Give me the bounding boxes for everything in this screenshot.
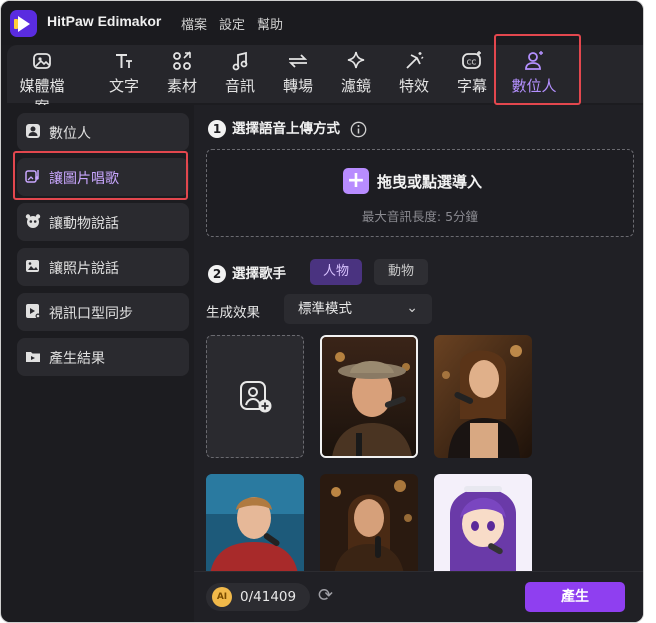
tab-subtitle[interactable]: CC 字幕 bbox=[443, 49, 501, 101]
tab-transition-label: 轉場 bbox=[282, 77, 313, 95]
add-portrait-icon bbox=[239, 380, 273, 414]
step1-title-text: 選擇語音上傳方式 bbox=[232, 121, 340, 137]
tab-audio[interactable]: 音訊 bbox=[211, 49, 269, 101]
generate-button[interactable]: 產生 bbox=[525, 582, 625, 612]
refresh-icon[interactable]: ⟳ bbox=[318, 585, 333, 606]
menu-help[interactable]: 幫助 bbox=[257, 14, 283, 33]
ai-coin-icon: AI bbox=[212, 587, 232, 607]
app-window: HitPaw Edimakor 檔案 設定 幫助 媒體檔案 文字 素材 bbox=[0, 0, 644, 623]
step2-number: 2 bbox=[208, 265, 226, 283]
add-custom-singer-card[interactable] bbox=[206, 335, 304, 458]
sidebar-item-lipsync[interactable]: 視訊口型同步 bbox=[17, 293, 189, 331]
app-title: HitPaw Edimakor bbox=[47, 13, 162, 29]
audio-icon bbox=[211, 49, 269, 73]
highlight-digital-human-tab bbox=[494, 34, 581, 105]
transition-icon bbox=[269, 49, 327, 73]
credits-counter: AI 0/41409 bbox=[206, 583, 310, 611]
app-logo-icon bbox=[10, 10, 37, 37]
chip-person[interactable]: 人物 bbox=[310, 259, 362, 285]
sidebar-item-animal-talk[interactable]: 讓動物說話 bbox=[17, 203, 189, 241]
effect-label: 生成效果 bbox=[206, 305, 260, 321]
step1-number: 1 bbox=[208, 120, 226, 138]
animal-icon bbox=[25, 213, 41, 229]
plus-icon[interactable]: + bbox=[343, 168, 369, 194]
info-icon[interactable] bbox=[350, 121, 367, 138]
sidebar-item-label: 讓動物說話 bbox=[49, 216, 119, 232]
sidebar-item-result[interactable]: 產生結果 bbox=[17, 338, 189, 376]
step2-title: 2 選擇歌手 bbox=[208, 262, 286, 283]
tab-effects-label: 特效 bbox=[398, 77, 429, 95]
avatar-icon bbox=[25, 123, 41, 139]
drop-label: 拖曳或點選導入 bbox=[377, 173, 483, 191]
menu-file[interactable]: 檔案 bbox=[181, 14, 207, 33]
media-file-icon bbox=[13, 49, 71, 73]
tab-media[interactable]: 媒體檔案 bbox=[13, 49, 71, 116]
singer-thumbnail-boy-hat[interactable] bbox=[320, 335, 418, 458]
result-icon bbox=[25, 348, 41, 364]
sidebar-item-label: 產生結果 bbox=[49, 351, 105, 367]
tab-text[interactable]: 文字 bbox=[95, 49, 153, 101]
credits-value: 0/41409 bbox=[240, 589, 297, 605]
tab-text-label: 文字 bbox=[108, 77, 139, 95]
drop-hint: 最大音訊長度: 5分鐘 bbox=[361, 209, 479, 224]
step1-title: 1 選擇語音上傳方式 bbox=[208, 117, 367, 138]
sidebar-item-label: 數位人 bbox=[49, 126, 91, 142]
tab-materials[interactable]: 素材 bbox=[153, 49, 211, 101]
chevron-down-icon: ⌄ bbox=[406, 300, 418, 316]
sidebar-item-photo-talk[interactable]: 讓照片說話 bbox=[17, 248, 189, 286]
tab-effects[interactable]: 特效 bbox=[385, 49, 443, 101]
filter-icon bbox=[327, 49, 385, 73]
lipsync-icon bbox=[25, 303, 41, 319]
tab-filter-label: 濾鏡 bbox=[340, 77, 371, 95]
text-icon bbox=[95, 49, 153, 73]
step2-title-text: 選擇歌手 bbox=[232, 266, 286, 282]
materials-icon bbox=[153, 49, 211, 73]
svg-text:CC: CC bbox=[467, 59, 477, 67]
bottom-bar: AI 0/41409 ⟳ 產生 bbox=[194, 571, 643, 622]
sidebar-item-label: 讓照片說話 bbox=[49, 261, 119, 277]
chip-animal[interactable]: 動物 bbox=[374, 259, 428, 285]
main-panel: 1 選擇語音上傳方式 + 拖曳或點選導入 最大音訊長度: 5分鐘 2 選擇歌手 人物… bbox=[194, 105, 643, 622]
audio-drop-zone[interactable]: + 拖曳或點選導入 最大音訊長度: 5分鐘 bbox=[206, 149, 634, 237]
tab-audio-label: 音訊 bbox=[224, 77, 255, 95]
tab-materials-label: 素材 bbox=[166, 77, 197, 95]
effect-select[interactable]: 標準模式 ⌄ bbox=[284, 294, 432, 324]
singer-thumbnail-woman-stage[interactable] bbox=[434, 335, 532, 458]
sidebar-item-digital-human[interactable]: 數位人 bbox=[17, 113, 189, 151]
tab-filter[interactable]: 濾鏡 bbox=[327, 49, 385, 101]
menu-bar: 檔案 設定 幫助 bbox=[181, 14, 283, 33]
effects-icon bbox=[385, 49, 443, 73]
subtitle-icon: CC bbox=[443, 49, 501, 73]
menu-settings[interactable]: 設定 bbox=[219, 14, 245, 33]
highlight-sing-image-item bbox=[13, 151, 188, 200]
tab-transition[interactable]: 轉場 bbox=[269, 49, 327, 101]
tab-subtitle-label: 字幕 bbox=[456, 77, 487, 95]
effect-select-value: 標準模式 bbox=[298, 301, 352, 317]
sidebar-item-label: 視訊口型同步 bbox=[49, 306, 133, 322]
photo-talk-icon bbox=[25, 258, 41, 274]
